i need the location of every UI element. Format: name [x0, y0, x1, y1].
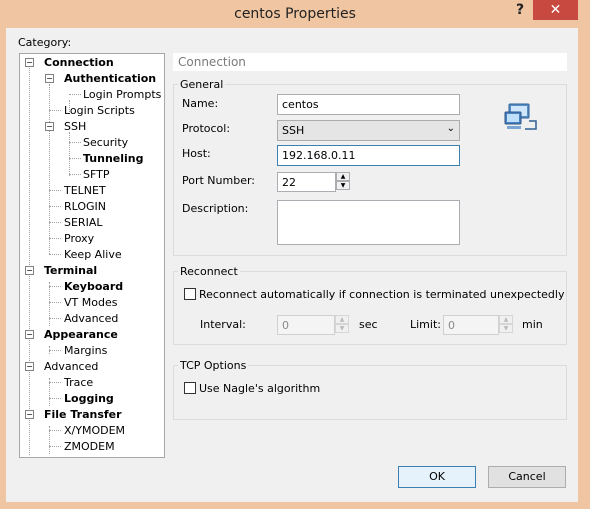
tree-item-zmodem[interactable]: ZMODEM — [64, 440, 115, 453]
nagle-checkbox[interactable] — [184, 382, 196, 394]
interval-stepper[interactable]: ▲ ▼ — [335, 315, 349, 333]
general-group-title: General — [178, 78, 226, 91]
spin-up-icon[interactable]: ▲ — [336, 172, 350, 181]
expand-ssh-icon[interactable]: − — [45, 122, 54, 131]
tree-item-terminal-advanced[interactable]: Advanced — [64, 312, 118, 325]
tree-item-keep-alive[interactable]: Keep Alive — [64, 248, 122, 261]
reconnect-group-title: Reconnect — [178, 265, 240, 278]
host-label: Host: — [182, 147, 211, 160]
tree-item-file-transfer[interactable]: File Transfer — [44, 408, 122, 421]
window-frame-bottom — [0, 502, 590, 509]
category-label: Category: — [18, 36, 72, 49]
spin-down-icon[interactable]: ▼ — [336, 181, 350, 190]
tree-item-login-scripts[interactable]: Login Scripts — [64, 104, 135, 117]
tree-item-serial[interactable]: SERIAL — [64, 216, 102, 229]
expand-terminal-icon[interactable]: − — [25, 266, 34, 275]
tree-item-vt-modes[interactable]: VT Modes — [64, 296, 117, 309]
interval-label: Interval: — [200, 318, 246, 331]
tree-item-telnet[interactable]: TELNET — [64, 184, 106, 197]
expand-appearance-icon[interactable]: − — [25, 330, 34, 339]
tcp-options-group-title: TCP Options — [178, 359, 249, 372]
close-button[interactable]: ✕ — [533, 0, 578, 20]
port-field[interactable]: 22 — [277, 172, 336, 192]
limit-unit: min — [522, 318, 543, 331]
protocol-label: Protocol: — [182, 122, 231, 135]
limit-field[interactable]: 0 — [443, 315, 499, 335]
name-field[interactable]: centos — [277, 94, 460, 115]
tree-item-trace[interactable]: Trace — [64, 376, 93, 389]
name-label: Name: — [182, 97, 219, 110]
tree-item-terminal[interactable]: Terminal — [44, 264, 97, 277]
tree-item-connection[interactable]: Connection — [44, 56, 114, 69]
tree-item-logging[interactable]: Logging — [64, 392, 114, 405]
protocol-select-value: SSH — [282, 124, 305, 137]
expand-file-transfer-icon[interactable]: − — [25, 410, 34, 419]
limit-stepper[interactable]: ▲ ▼ — [499, 315, 513, 333]
interval-field[interactable]: 0 — [277, 315, 335, 335]
reconnect-checkbox[interactable] — [184, 288, 196, 300]
window-title: centos Properties — [234, 6, 356, 22]
tree-item-advanced[interactable]: Advanced — [44, 360, 98, 373]
tree-item-tunneling[interactable]: Tunneling — [83, 152, 144, 165]
port-stepper[interactable]: ▲ ▼ — [336, 172, 350, 190]
tree-item-rlogin[interactable]: RLOGIN — [64, 200, 106, 213]
window-frame-right — [578, 28, 590, 509]
nagle-checkbox-label[interactable]: Use Nagle's algorithm — [199, 382, 320, 395]
expand-connection-icon[interactable]: − — [25, 58, 34, 67]
ok-button[interactable]: OK — [398, 466, 476, 488]
tree-item-xymodem[interactable]: X/YMODEM — [64, 424, 125, 437]
tree-item-authentication[interactable]: Authentication — [64, 72, 156, 85]
interval-unit: sec — [359, 318, 378, 331]
network-computer-icon — [503, 101, 539, 133]
tree-item-security[interactable]: Security — [83, 136, 128, 149]
description-field[interactable] — [277, 200, 460, 245]
chevron-down-icon: ⌄ — [446, 123, 455, 134]
spin-up-icon[interactable]: ▲ — [499, 315, 513, 324]
section-header: Connection — [173, 53, 567, 71]
tree-item-margins[interactable]: Margins — [64, 344, 107, 357]
tree-item-sftp[interactable]: SFTP — [83, 168, 109, 181]
expand-advanced-icon[interactable]: − — [25, 362, 34, 371]
tree-item-keyboard[interactable]: Keyboard — [64, 280, 123, 293]
spin-down-icon[interactable]: ▼ — [499, 324, 513, 333]
expand-authentication-icon[interactable]: − — [45, 74, 54, 83]
help-button[interactable]: ? — [510, 2, 530, 22]
section-header-title: Connection — [178, 55, 246, 69]
protocol-select[interactable]: SSH ⌄ — [277, 120, 460, 141]
reconnect-group — [173, 271, 567, 345]
reconnect-checkbox-label[interactable]: Reconnect automatically if connection is… — [199, 288, 564, 301]
spin-up-icon[interactable]: ▲ — [335, 315, 349, 324]
description-label: Description: — [182, 202, 249, 215]
tree-item-proxy[interactable]: Proxy — [64, 232, 94, 245]
cancel-button[interactable]: Cancel — [488, 466, 566, 488]
host-field[interactable]: 192.168.0.11 — [277, 145, 460, 166]
limit-label: Limit: — [410, 318, 441, 331]
tree-item-appearance[interactable]: Appearance — [44, 328, 118, 341]
port-label: Port Number: — [182, 174, 256, 187]
spin-down-icon[interactable]: ▼ — [335, 324, 349, 333]
tree-item-ssh[interactable]: SSH — [64, 120, 86, 133]
tree-item-login-prompts[interactable]: Login Prompts — [83, 88, 161, 101]
category-tree[interactable]: − − − − − − − Connection Authentication … — [19, 53, 165, 458]
